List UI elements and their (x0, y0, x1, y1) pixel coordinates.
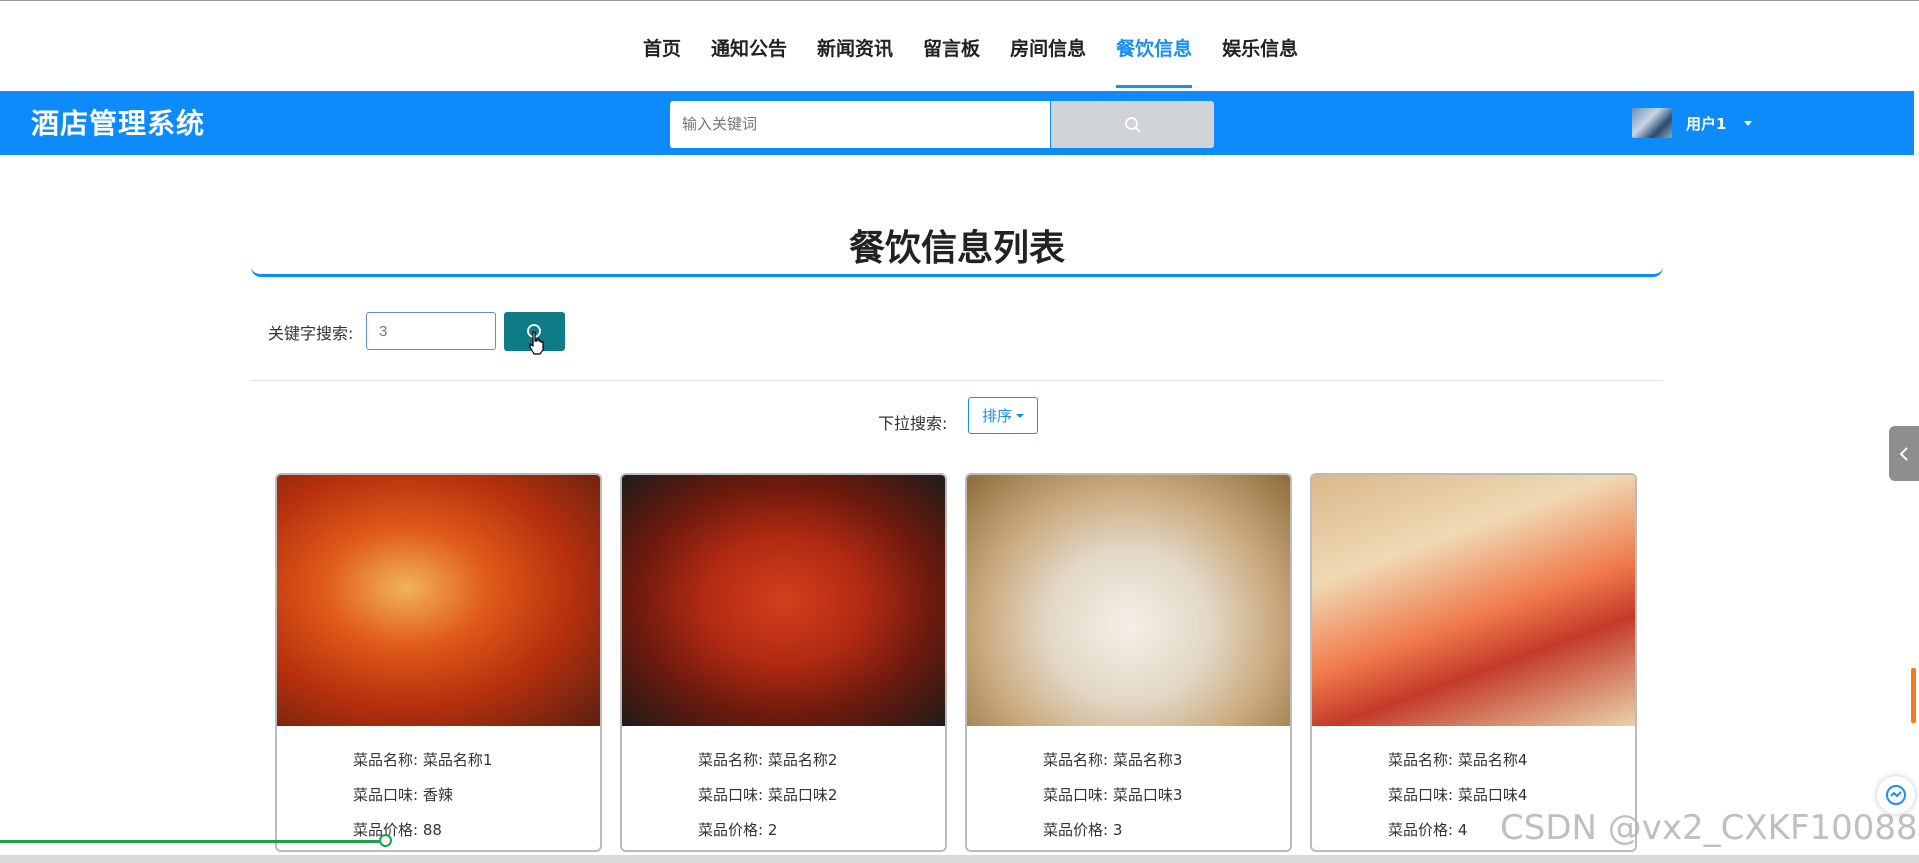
food-name: 菜品名称: 菜品名称4 (1388, 751, 1528, 769)
food-image[interactable] (967, 475, 1290, 726)
food-card[interactable]: 菜品名称: 菜品名称3 菜品口味: 菜品口味3 菜品价格: 3 (965, 473, 1292, 852)
dropdown-search-label: 下拉搜索: (878, 414, 948, 433)
chevron-left-icon (1899, 446, 1908, 461)
user-name: 用户1 (1686, 114, 1727, 133)
progress-knob[interactable] (379, 834, 392, 847)
food-image[interactable] (277, 475, 600, 726)
nav-menu: 首页 通知公告 新闻资讯 留言板 房间信息 餐饮信息 娱乐信息 (628, 1, 1313, 92)
food-info: 菜品名称: 菜品名称2 菜品口味: 菜品口味2 菜品价格: 2 (698, 743, 837, 848)
sort-dropdown-button[interactable]: 排序 (968, 397, 1038, 434)
nav-item-rooms[interactable]: 房间信息 (995, 1, 1101, 92)
food-info: 菜品名称: 菜品名称3 菜品口味: 菜品口味3 菜品价格: 3 (1043, 743, 1182, 848)
hand-cursor-icon (529, 331, 544, 355)
food-info: 菜品名称: 菜品名称1 菜品口味: 香辣 菜品价格: 88 (353, 743, 492, 848)
header-search-input[interactable] (670, 101, 1050, 148)
nav-item-news[interactable]: 新闻资讯 (802, 1, 908, 92)
avatar (1632, 108, 1672, 138)
nav-item-dining[interactable]: 餐饮信息 (1101, 1, 1207, 92)
bottom-bar (0, 855, 1919, 863)
user-menu[interactable]: 用户1 (1632, 99, 1753, 147)
food-image[interactable] (622, 475, 945, 726)
keyword-search-label: 关键字搜索: (268, 324, 354, 343)
food-taste: 菜品口味: 菜品口味2 (698, 786, 838, 804)
nav-item-message-board[interactable]: 留言板 (908, 1, 995, 92)
food-card[interactable]: 菜品名称: 菜品名称2 菜品口味: 菜品口味2 菜品价格: 2 (620, 473, 947, 852)
food-name: 菜品名称: 菜品名称2 (698, 751, 838, 769)
page-title-text: 餐饮信息列表 (848, 228, 1065, 269)
scroll-indicator[interactable] (1911, 668, 1916, 723)
food-name: 菜品名称: 菜品名称1 (353, 751, 493, 769)
divider (251, 380, 1663, 381)
food-taste: 菜品口味: 菜品口味3 (1043, 786, 1183, 804)
assistant-icon (1886, 785, 1906, 805)
nav-item-entertainment[interactable]: 娱乐信息 (1207, 1, 1313, 92)
chevron-down-icon (1744, 120, 1753, 126)
chevron-down-icon (1016, 413, 1024, 418)
page-title: 餐饮信息列表 (251, 222, 1663, 277)
keyword-search-input[interactable] (366, 312, 496, 350)
top-navigation: 首页 通知公告 新闻资讯 留言板 房间信息 餐饮信息 娱乐信息 (0, 0, 1919, 91)
site-brand[interactable]: 酒店管理系统 (31, 91, 205, 157)
food-price: 菜品价格: 3 (1043, 821, 1123, 839)
header-search-button[interactable] (1051, 101, 1214, 148)
sort-dropdown-label: 排序 (981, 407, 1012, 425)
food-name: 菜品名称: 菜品名称3 (1043, 751, 1183, 769)
food-price: 菜品价格: 2 (698, 821, 778, 839)
food-card[interactable]: 菜品名称: 菜品名称4 菜品口味: 菜品口味4 菜品价格: 4 (1310, 473, 1637, 852)
search-icon (1124, 116, 1141, 133)
food-image[interactable] (1312, 475, 1635, 726)
food-taste: 菜品口味: 香辣 (353, 786, 453, 804)
side-panel-toggle[interactable] (1889, 426, 1919, 481)
nav-item-notices[interactable]: 通知公告 (696, 1, 802, 92)
header-bar: 酒店管理系统 用户1 (0, 91, 1914, 155)
nav-item-home[interactable]: 首页 (628, 1, 696, 92)
food-card[interactable]: 菜品名称: 菜品名称1 菜品口味: 香辣 菜品价格: 88 (275, 473, 602, 852)
watermark: CSDN @vx2_CXKF10088 (1500, 808, 1918, 848)
page-progress-bar (0, 840, 387, 843)
